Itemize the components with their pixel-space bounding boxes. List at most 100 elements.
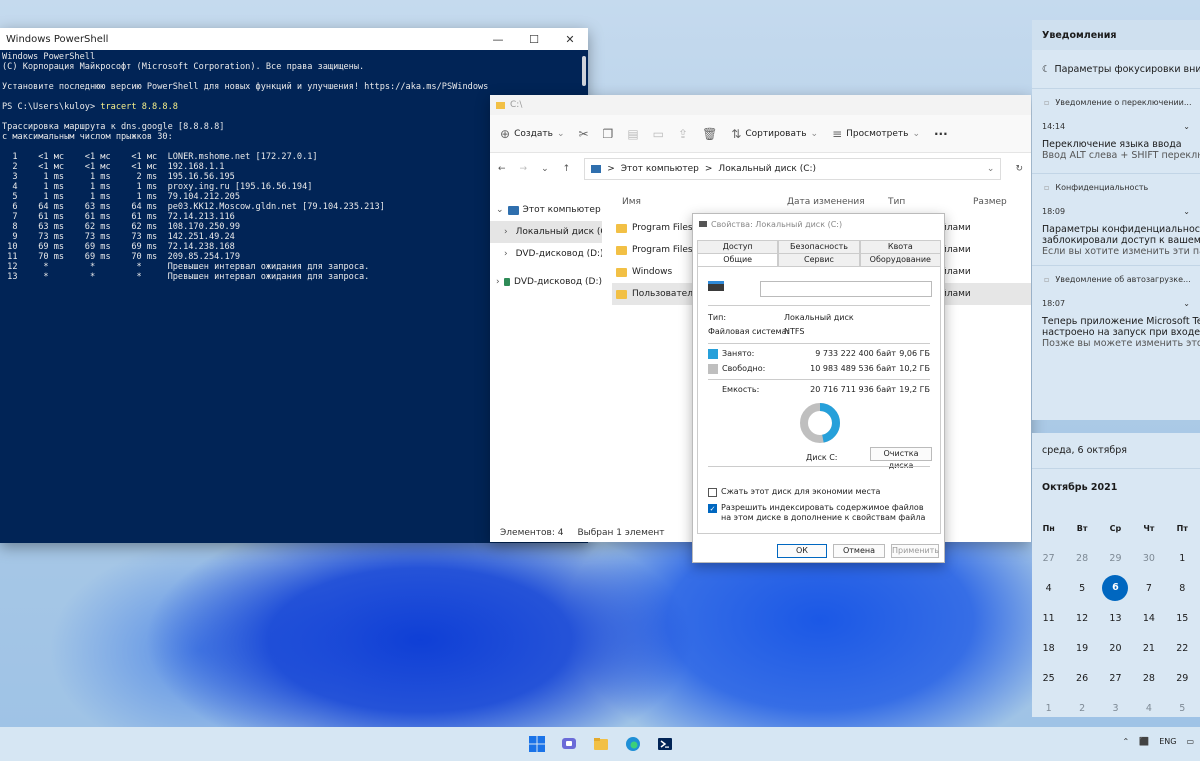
cut-icon[interactable]: ✂ xyxy=(578,127,588,141)
close-icon[interactable]: ✕ xyxy=(552,33,588,46)
volume-name-input[interactable] xyxy=(760,281,932,297)
maximize-icon[interactable]: ☐ xyxy=(516,33,552,46)
address-bar[interactable]: > Этот компьютер > Локальный диск (C:) ⌄ xyxy=(584,158,1002,180)
disk-properties-dialog[interactable]: Свойства: Локальный диск (C:) Доступ Без… xyxy=(692,213,945,563)
calendar-day[interactable]: 27 xyxy=(1032,553,1065,564)
calendar-month[interactable]: Октябрь 2021 xyxy=(1032,469,1200,505)
tab-security[interactable]: Безопасность xyxy=(778,240,860,253)
calendar-day[interactable]: 29 xyxy=(1166,673,1199,684)
calendar-day-today[interactable]: 6 xyxy=(1099,575,1132,601)
chevron-down-icon[interactable]: ⌄ xyxy=(1183,122,1190,131)
explorer-titlebar[interactable]: C:\ xyxy=(490,95,1031,115)
calendar-day[interactable]: 30 xyxy=(1132,553,1165,564)
tab-quota[interactable]: Квота xyxy=(859,240,941,253)
delete-icon[interactable]: 🗑 xyxy=(702,127,717,141)
edge-icon[interactable] xyxy=(623,734,643,754)
dialog-titlebar[interactable]: Свойства: Локальный диск (C:) xyxy=(693,214,944,234)
breadcrumb-drive[interactable]: Локальный диск (C:) xyxy=(718,164,816,174)
forward-arrow-icon[interactable]: → xyxy=(520,164,528,174)
calendar-day[interactable]: 27 xyxy=(1099,673,1132,684)
calendar-date-header[interactable]: среда, 6 октября xyxy=(1032,433,1200,469)
teams-chat-icon[interactable] xyxy=(559,734,579,754)
powershell-icon[interactable] xyxy=(655,734,675,754)
calendar-day[interactable]: 29 xyxy=(1099,553,1132,564)
calendar-day[interactable]: 8 xyxy=(1166,583,1199,594)
chevron-right-icon[interactable]: › xyxy=(504,227,508,237)
calendar-day[interactable]: 4 xyxy=(1132,703,1165,714)
calendar-day[interactable]: 1 xyxy=(1032,703,1065,714)
tab-hardware[interactable]: Оборудование xyxy=(859,253,941,266)
cancel-button[interactable]: Отмена xyxy=(833,544,885,558)
calendar-day[interactable]: 18 xyxy=(1032,643,1065,654)
sort-button[interactable]: ⇅ Сортировать ⌄ xyxy=(731,127,818,141)
refresh-icon[interactable]: ↻ xyxy=(1015,164,1023,174)
breadcrumb-computer[interactable]: Этот компьютер xyxy=(621,164,699,174)
calendar-day[interactable]: 28 xyxy=(1065,553,1098,564)
calendar-day[interactable]: 1 xyxy=(1166,553,1199,564)
network-icon[interactable]: ⬛ xyxy=(1139,737,1149,746)
calendar-day[interactable]: 28 xyxy=(1132,673,1165,684)
paste-icon[interactable]: ▤ xyxy=(627,127,638,141)
calendar-day[interactable]: 13 xyxy=(1099,613,1132,624)
column-size[interactable]: Размер xyxy=(973,197,1023,207)
start-icon[interactable] xyxy=(527,734,547,754)
column-type[interactable]: Тип xyxy=(888,197,973,207)
calendar-day[interactable]: 4 xyxy=(1032,583,1065,594)
chevron-right-icon[interactable]: › xyxy=(504,249,508,259)
calendar-day[interactable]: 14 xyxy=(1132,613,1165,624)
calendar-day[interactable]: 5 xyxy=(1065,583,1098,594)
powershell-titlebar[interactable]: Windows PowerShell — ☐ ✕ xyxy=(0,28,588,50)
compress-option[interactable]: Сжать этот диск для экономии места xyxy=(708,487,932,497)
calendar-day[interactable]: 2 xyxy=(1065,703,1098,714)
calendar-day[interactable]: 5 xyxy=(1166,703,1199,714)
chevron-up-icon[interactable]: ⌃ xyxy=(1123,737,1130,746)
calendar-day[interactable]: 20 xyxy=(1099,643,1132,654)
notification-item[interactable]: ▫ Уведомление о переключении... 14:14 ⌄ … xyxy=(1032,89,1200,162)
tab-access[interactable]: Доступ xyxy=(697,240,779,253)
calendar-day[interactable]: 21 xyxy=(1132,643,1165,654)
more-options-icon[interactable]: ··· xyxy=(934,127,948,141)
tab-general[interactable]: Общие xyxy=(697,253,779,266)
view-button[interactable]: ≡ Просмотреть ⌄ xyxy=(832,127,920,141)
copy-icon[interactable]: ❐ xyxy=(603,127,614,141)
nav-item-dvd[interactable]: › DVD-дисковод (D:) xyxy=(490,243,602,265)
calendar-day[interactable]: 7 xyxy=(1132,583,1165,594)
file-explorer-icon[interactable] xyxy=(591,734,611,754)
calendar-day[interactable]: 25 xyxy=(1032,673,1065,684)
column-date[interactable]: Дата изменения xyxy=(787,197,888,207)
ok-button[interactable]: ОК xyxy=(777,544,827,558)
focus-assist-link[interactable]: ☾ Параметры фокусировки внимания xyxy=(1032,50,1200,88)
back-arrow-icon[interactable]: ← xyxy=(498,164,506,174)
compress-checkbox[interactable] xyxy=(708,488,717,497)
tab-tools[interactable]: Сервис xyxy=(778,253,860,266)
create-button[interactable]: ⊕ Создать ⌄ xyxy=(500,127,564,141)
chevron-down-icon[interactable]: ⌄ xyxy=(1183,207,1190,216)
nav-item-local-disk[interactable]: › Локальный диск (C:) xyxy=(490,221,602,243)
nav-item-this-pc[interactable]: ⌄ Этот компьютер xyxy=(490,199,602,221)
column-name[interactable]: Имя xyxy=(612,197,787,207)
calendar-day[interactable]: 22 xyxy=(1166,643,1199,654)
display-icon[interactable]: ▭ xyxy=(1186,737,1194,746)
chevron-down-icon[interactable]: ⌄ xyxy=(541,164,549,174)
calendar-day[interactable]: 11 xyxy=(1032,613,1065,624)
rename-icon[interactable]: ▭ xyxy=(653,127,664,141)
chevron-down-icon[interactable]: ⌄ xyxy=(496,205,504,215)
disk-cleanup-button[interactable]: Очистка диска xyxy=(870,447,932,470)
language-indicator[interactable]: ENG xyxy=(1159,737,1176,746)
calendar-day[interactable]: 19 xyxy=(1065,643,1098,654)
calendar-day[interactable]: 26 xyxy=(1065,673,1098,684)
up-arrow-icon[interactable]: ↑ xyxy=(563,164,571,174)
share-icon[interactable]: ⇪ xyxy=(678,127,688,141)
apply-button[interactable]: Применить xyxy=(891,544,939,558)
calendar-day[interactable]: 3 xyxy=(1099,703,1132,714)
calendar-day[interactable]: 12 xyxy=(1065,613,1098,624)
minimize-icon[interactable]: — xyxy=(480,33,516,46)
chevron-down-icon[interactable]: ⌄ xyxy=(987,164,995,174)
chevron-right-icon[interactable]: › xyxy=(496,277,500,287)
notification-item[interactable]: ▫ Уведомление об автозагрузке... 18:07 ⌄… xyxy=(1032,266,1200,350)
nav-item-dvd-2[interactable]: › DVD-дисковод (D:) xyxy=(490,271,602,293)
powershell-scrollbar[interactable] xyxy=(582,56,586,86)
chevron-down-icon[interactable]: ⌄ xyxy=(1183,299,1190,308)
index-checkbox[interactable]: ✓ xyxy=(708,504,717,513)
index-option[interactable]: ✓ Разрешить индексировать содержимое фай… xyxy=(708,503,932,523)
